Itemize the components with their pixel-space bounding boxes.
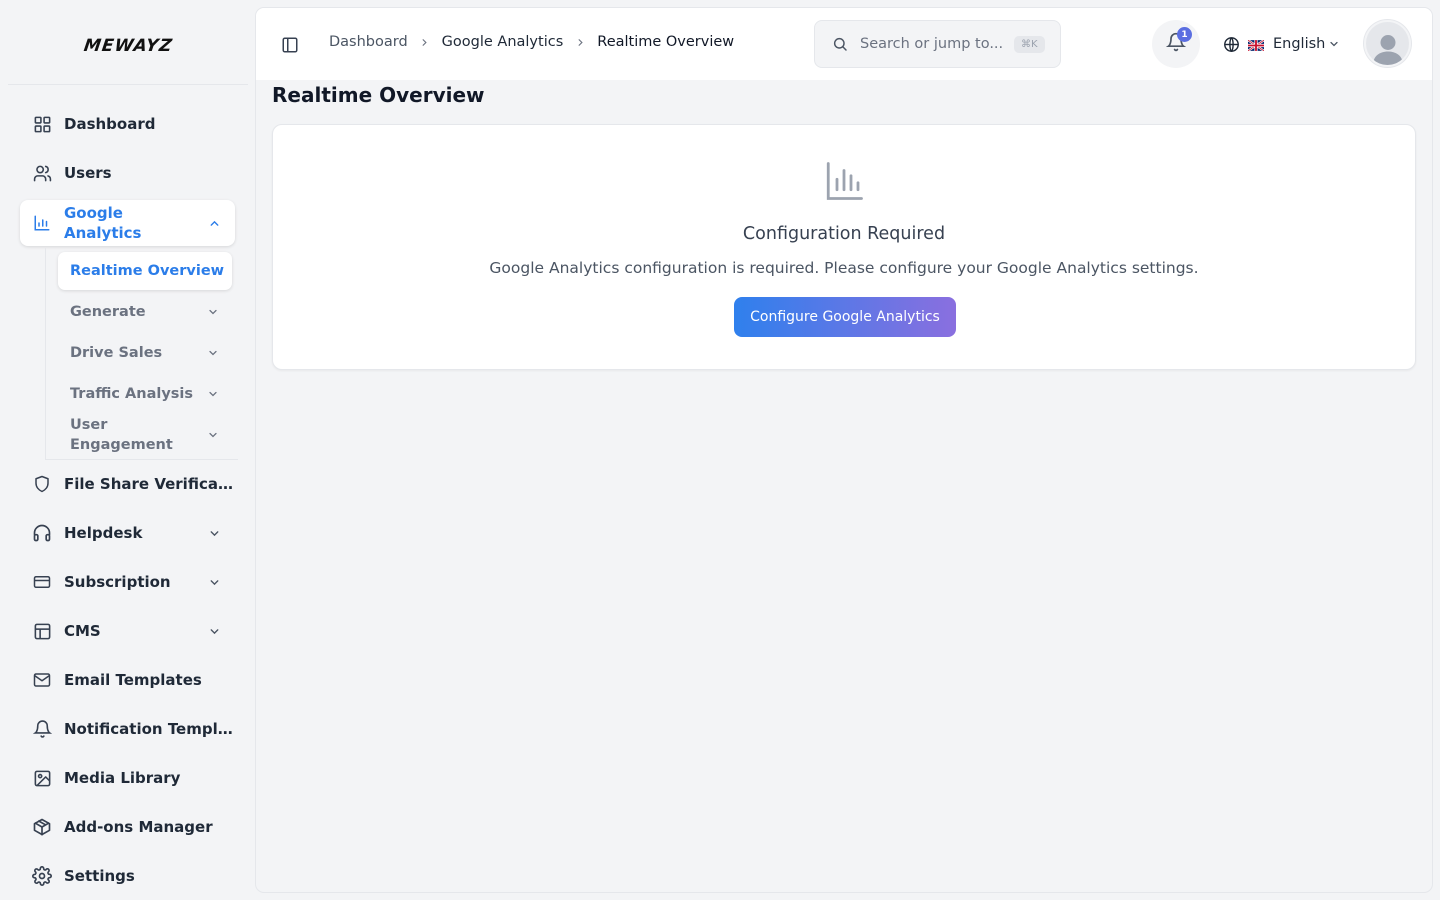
image-icon <box>31 767 53 789</box>
submenu-item-label: Traffic Analysis <box>70 386 194 402</box>
users-icon <box>31 162 53 184</box>
chevron-down-icon <box>207 526 221 540</box>
sidebar-item-cms[interactable]: CMS <box>20 609 235 653</box>
sidebar-item-label: Users <box>64 164 112 182</box>
user-avatar[interactable] <box>1364 20 1411 67</box>
submenu-item-realtime-overview[interactable]: Realtime Overview <box>58 252 232 290</box>
sidebar-item-helpdesk[interactable]: Helpdesk <box>20 511 235 555</box>
sidebar-item-email-templates[interactable]: Email Templates <box>20 658 235 702</box>
chevron-down-icon <box>206 305 220 319</box>
breadcrumb-current: Realtime Overview <box>597 34 735 50</box>
notifications-button[interactable]: 1 <box>1152 20 1200 68</box>
empty-state-card: Configuration Required Google Analytics … <box>272 124 1416 370</box>
chevron-right-icon <box>415 37 435 48</box>
sidebar-item-media-library[interactable]: Media Library <box>20 756 235 800</box>
breadcrumb: Dashboard Google Analytics Realtime Over… <box>329 34 734 50</box>
page-title: Realtime Overview <box>272 83 485 107</box>
search-box[interactable]: ⌘K <box>814 20 1061 68</box>
mail-icon <box>31 669 53 691</box>
search-icon <box>832 36 848 52</box>
submenu-item-label: Drive Sales <box>70 345 163 361</box>
submenu-item-label: Generate <box>70 304 146 320</box>
sidebar-item-google-analytics[interactable]: Google Analytics <box>20 200 235 246</box>
grid-icon <box>31 113 53 135</box>
sidebar-item-label: CMS <box>64 622 101 640</box>
search-input[interactable] <box>860 36 1010 52</box>
submenu-item-label: Realtime Overview <box>70 263 225 279</box>
breadcrumb-google-analytics[interactable]: Google Analytics <box>442 34 564 50</box>
sidebar-item-label: Helpdesk <box>64 524 143 542</box>
sidebar-item-settings[interactable]: Settings <box>20 854 235 898</box>
main-panel: Dashboard Google Analytics Realtime Over… <box>256 8 1432 892</box>
sidebar-item-label: File Share Verification <box>64 475 235 493</box>
sidebar-item-add-ons-manager[interactable]: Add-ons Manager <box>20 805 235 849</box>
globe-icon <box>1223 36 1240 53</box>
sidebar-item-label: Email Templates <box>64 671 202 689</box>
sidebar-item-notification-templates[interactable]: Notification Templates <box>20 707 235 751</box>
sidebar-item-label: Media Library <box>64 769 181 787</box>
sidebar-item-subscription[interactable]: Subscription <box>20 560 235 604</box>
analytics-submenu: Realtime Overview Generate Drive Sales T… <box>45 248 238 460</box>
submenu-item-generate[interactable]: Generate <box>58 293 232 331</box>
sidebar-item-label: Google Analytics <box>64 204 142 242</box>
sidebar-item-users[interactable]: Users <box>20 151 235 195</box>
chevron-down-icon <box>207 575 221 589</box>
uk-flag-icon <box>1247 38 1265 52</box>
search-shortcut-hint: ⌘K <box>1014 35 1045 53</box>
language-selector[interactable]: English <box>1223 33 1340 55</box>
credit-card-icon <box>31 571 53 593</box>
bar-chart-icon <box>823 160 865 202</box>
headset-icon <box>31 522 53 544</box>
submenu-item-drive-sales[interactable]: Drive Sales <box>58 334 232 372</box>
sidebar-item-label: Settings <box>64 867 135 885</box>
bar-chart-icon <box>31 212 53 234</box>
configure-google-analytics-button[interactable]: Configure Google Analytics <box>734 297 956 337</box>
empty-state-heading: Configuration Required <box>742 224 946 244</box>
submenu-item-user-engagement[interactable]: User Engagement <box>58 414 232 456</box>
package-icon <box>31 816 53 838</box>
chevron-down-icon <box>1328 38 1340 50</box>
empty-state-message: Google Analytics configuration is requir… <box>489 259 1199 277</box>
brand-logo[interactable]: MEWAYZ <box>8 8 248 85</box>
language-label: English <box>1273 36 1326 52</box>
chevron-down-icon <box>206 387 220 401</box>
chevron-down-icon <box>207 624 221 638</box>
sidebar-item-label: Dashboard <box>64 115 156 133</box>
sidebar-item-dashboard[interactable]: Dashboard <box>20 102 235 146</box>
brand-name: MEWAYZ <box>82 36 174 56</box>
sidebar-item-label: Subscription <box>64 573 171 591</box>
breadcrumb-dashboard[interactable]: Dashboard <box>329 34 408 50</box>
chevron-down-icon <box>206 346 220 360</box>
top-bar: Dashboard Google Analytics Realtime Over… <box>256 8 1432 80</box>
notification-badge: 1 <box>1177 27 1192 42</box>
shield-icon <box>31 473 53 495</box>
chevron-right-icon <box>570 37 590 48</box>
sidebar-item-file-share-verification[interactable]: File Share Verification <box>20 462 235 506</box>
sidebar-item-label: Add-ons Manager <box>64 818 213 836</box>
submenu-item-label: User Engagement <box>70 417 173 453</box>
user-icon <box>1372 35 1403 65</box>
chevron-up-icon <box>207 216 221 230</box>
sidebar-toggle-icon[interactable] <box>281 36 299 54</box>
chevron-down-icon <box>206 428 220 442</box>
sidebar-item-label: Notification Templates <box>64 720 235 738</box>
bell-icon <box>31 718 53 740</box>
layout-icon <box>31 620 53 642</box>
sidebar: MEWAYZ Dashboard Users Google Analytics … <box>0 0 256 900</box>
gear-icon <box>31 865 53 887</box>
submenu-item-traffic-analysis[interactable]: Traffic Analysis <box>58 375 232 413</box>
